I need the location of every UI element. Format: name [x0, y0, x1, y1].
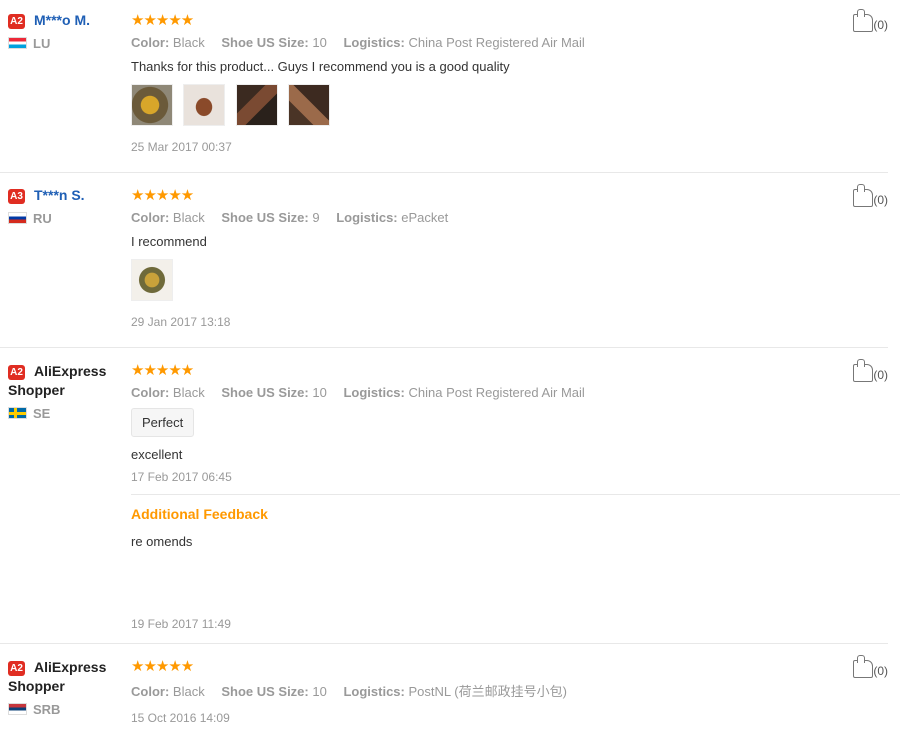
color-value: Black	[172, 385, 205, 400]
size-value: 10	[312, 35, 327, 50]
review-photo-thumbnail[interactable]	[131, 84, 173, 126]
level-badge: A2	[8, 661, 25, 676]
reviewer-country: RU	[8, 211, 126, 226]
logistics-label: Logistics:	[343, 684, 405, 699]
helpful-button[interactable]: (0)	[853, 9, 888, 32]
like-count: (0)	[873, 368, 888, 382]
color-label: Color:	[131, 210, 170, 225]
reviewer-country: SE	[8, 406, 126, 421]
review-date: 15 Oct 2016 14:09	[131, 711, 230, 725]
purchase-details: Color: Black Shoe US Size: 10 Logistics:…	[131, 35, 871, 50]
divider	[0, 643, 888, 644]
like-count: (0)	[873, 664, 888, 678]
luxembourg-flag-icon	[8, 37, 27, 49]
additional-feedback-divider	[131, 494, 900, 495]
color-value: Black	[172, 210, 205, 225]
country-code: SRB	[33, 702, 61, 717]
level-badge: A2	[8, 14, 25, 29]
color-value: Black	[172, 684, 205, 699]
reviewer-info: A2 M***o M. LU	[8, 12, 126, 51]
review-content: ★★★★★ Color: Black Shoe US Size: 10 Logi…	[131, 658, 871, 725]
country-code: LU	[33, 36, 51, 51]
level-badge: A3	[8, 189, 25, 204]
review-date: 17 Feb 2017 06:45	[131, 470, 232, 484]
review-photo-thumbnail[interactable]	[183, 84, 226, 126]
reviewer-info: A2 AliExpress Shopper SRB	[8, 658, 126, 717]
review-content: ★★★★★ Color: Black Shoe US Size: 9 Logis…	[131, 187, 871, 329]
feedback-tag: Perfect	[131, 408, 195, 437]
review-photo-thumbnail[interactable]	[235, 84, 278, 126]
additional-feedback-title: Additional Feedback	[131, 506, 268, 522]
size-value: 10	[312, 684, 327, 699]
color-label: Color:	[131, 35, 170, 50]
reviewer-name[interactable]: T***n S.	[34, 187, 85, 203]
reviewer-info: A2 AliExpress Shopper SE	[8, 362, 126, 421]
logistics-label: Logistics:	[343, 385, 405, 400]
star-rating: ★★★★★	[131, 187, 194, 204]
size-label: Shoe US Size:	[221, 684, 309, 699]
logistics-value: PostNL (荷兰邮政挂号小包)	[408, 684, 567, 699]
color-value: Black	[172, 35, 205, 50]
like-count: (0)	[873, 18, 888, 32]
thumbs-up-icon	[853, 9, 874, 32]
level-badge: A2	[8, 365, 25, 380]
size-label: Shoe US Size:	[221, 385, 309, 400]
like-count: (0)	[873, 193, 888, 207]
helpful-button[interactable]: (0)	[853, 359, 888, 382]
review-photos	[131, 84, 871, 126]
divider	[0, 347, 888, 348]
reviewer-country: SRB	[8, 702, 126, 717]
divider	[0, 172, 888, 173]
review-text: Thanks for this product... Guys I recomm…	[131, 59, 510, 74]
review-content: ★★★★★ Color: Black Shoe US Size: 10 Logi…	[131, 12, 871, 154]
size-value: 10	[312, 385, 327, 400]
star-rating: ★★★★★	[131, 362, 194, 379]
serbia-flag-icon	[8, 703, 27, 715]
logistics-label: Logistics:	[336, 210, 398, 225]
review-text: I recommend	[131, 234, 207, 249]
review-date: 29 Jan 2017 13:18	[131, 315, 231, 329]
review-content: ★★★★★ Color: Black Shoe US Size: 10 Logi…	[131, 362, 900, 631]
purchase-details: Color: Black Shoe US Size: 10 Logistics:…	[131, 681, 871, 700]
color-label: Color:	[131, 385, 170, 400]
color-label: Color:	[131, 684, 170, 699]
additional-feedback-text: re omends	[131, 534, 193, 549]
russia-flag-icon	[8, 212, 27, 224]
reviewer-info: A3 T***n S. RU	[8, 187, 126, 226]
size-value: 9	[312, 210, 320, 225]
thumbs-up-icon	[853, 184, 874, 207]
country-code: SE	[33, 406, 51, 421]
additional-feedback-date: 19 Feb 2017 11:49	[131, 617, 231, 631]
logistics-value: China Post Registered Air Mail	[408, 385, 585, 400]
logistics-value: China Post Registered Air Mail	[408, 35, 585, 50]
helpful-button[interactable]: (0)	[853, 184, 888, 207]
logistics-label: Logistics:	[343, 35, 405, 50]
purchase-details: Color: Black Shoe US Size: 9 Logistics: …	[131, 210, 871, 225]
thumbs-up-icon	[853, 359, 874, 382]
reviewer-name[interactable]: M***o M.	[34, 12, 90, 28]
star-rating: ★★★★★	[131, 658, 194, 675]
size-label: Shoe US Size:	[221, 210, 309, 225]
review-photo-thumbnail[interactable]	[131, 259, 173, 301]
purchase-details: Color: Black Shoe US Size: 10 Logistics:…	[131, 385, 871, 400]
star-rating: ★★★★★	[131, 12, 194, 29]
review-photos	[131, 259, 871, 301]
thumbs-up-icon	[853, 655, 874, 678]
review-date: 25 Mar 2017 00:37	[131, 140, 232, 154]
helpful-button[interactable]: (0)	[853, 655, 888, 678]
reviewer-country: LU	[8, 36, 126, 51]
review-photo-thumbnail[interactable]	[288, 84, 331, 126]
country-code: RU	[33, 211, 52, 226]
logistics-value: ePacket	[401, 210, 449, 225]
review-text: excellent	[131, 447, 183, 462]
sweden-flag-icon	[8, 407, 27, 419]
size-label: Shoe US Size:	[221, 35, 309, 50]
